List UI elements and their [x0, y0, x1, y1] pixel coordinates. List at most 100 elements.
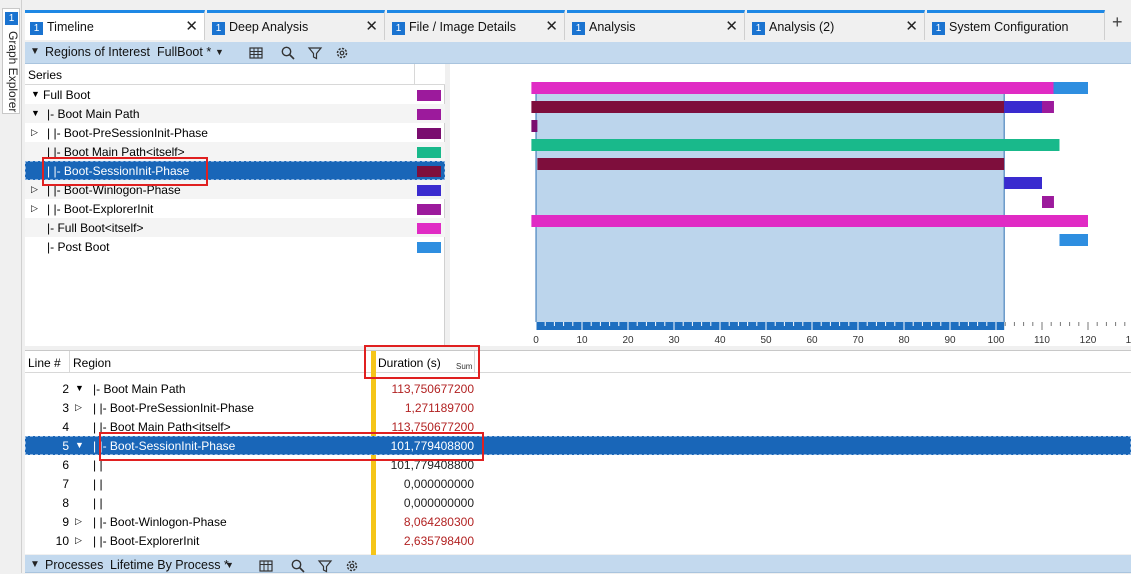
series-color-swatch[interactable]	[417, 90, 441, 101]
axis-tick-label: 30	[668, 335, 680, 346]
gantt-bar[interactable]	[531, 215, 1088, 227]
expand-toggle-icon[interactable]: ▷	[75, 402, 82, 413]
series-row-boot-winlogon-phase[interactable]: ▷ | |- Boot-Winlogon-Phase	[25, 180, 445, 199]
close-icon[interactable]: ✕	[545, 17, 558, 35]
table-row[interactable]: 7 | | 0,000000000	[25, 474, 1131, 493]
series-color-swatch[interactable]	[417, 242, 441, 253]
close-icon[interactable]: ✕	[725, 17, 738, 35]
series-label: |- Post Boot	[47, 240, 110, 254]
table-view-icon[interactable]	[258, 558, 274, 574]
filter-icon[interactable]	[307, 45, 323, 61]
collapse-arrow-icon[interactable]: ▼	[30, 46, 40, 57]
gantt-bar[interactable]	[1042, 196, 1054, 208]
table-row[interactable]: 10 ▷ | |- Boot-ExplorerInit 2,635798400	[25, 531, 1131, 550]
close-icon[interactable]: ✕	[365, 17, 378, 35]
column-header-line[interactable]: Line #	[28, 356, 61, 370]
table-row[interactable]: 9 ▷ | |- Boot-Winlogon-Phase 8,064280300	[25, 512, 1131, 531]
graph-explorer-number-badge: 1	[5, 12, 18, 25]
expand-toggle-icon[interactable]: ▷	[75, 535, 82, 546]
gantt-bar[interactable]	[531, 82, 1054, 94]
timeline-gantt-chart[interactable]: 0 10 20 30 40 50 60 70 80 90 100 110 120 130	[450, 64, 1131, 346]
tab-label: Deep Analysis	[229, 20, 309, 34]
table-view-icon[interactable]	[248, 45, 264, 61]
filter-icon[interactable]	[317, 558, 333, 574]
series-color-swatch[interactable]	[417, 147, 441, 158]
tab-deep-analysis[interactable]: 1 Deep Analysis ✕	[207, 10, 385, 40]
expand-toggle-icon[interactable]: ▼	[31, 108, 40, 118]
table-row[interactable]: 2 ▼ |- Boot Main Path 113,750677200	[25, 379, 1131, 398]
expand-toggle-icon[interactable]: ▷	[31, 184, 38, 195]
series-row-boot-sessioninit-phase[interactable]: | |- Boot-SessionInit-Phase	[25, 161, 445, 180]
preset-dropdown[interactable]: FullBoot *	[157, 45, 211, 59]
table-row[interactable]: 6 | | 101,779408800	[25, 455, 1131, 474]
series-row-boot-presessioninit-phase[interactable]: ▷ | |- Boot-PreSessionInit-Phase	[25, 123, 445, 142]
duration-value: 101,779408800	[390, 439, 474, 453]
series-row-full-boot-itself[interactable]: |- Full Boot<itself>	[25, 218, 445, 237]
table-row[interactable]: 3 ▷ | |- Boot-PreSessionInit-Phase 1,271…	[25, 398, 1131, 417]
gear-icon[interactable]	[344, 558, 360, 574]
add-tab-button[interactable]: +	[1112, 12, 1123, 33]
table-row-selected[interactable]: 5 ▼ | |- Boot-SessionInit-Phase 101,7794…	[25, 436, 1131, 455]
gantt-bar[interactable]	[1053, 82, 1089, 94]
tab-file-image-details[interactable]: 1 File / Image Details ✕	[387, 10, 565, 40]
expand-toggle-icon[interactable]: ▷	[31, 203, 38, 214]
axis-tick-label: 80	[898, 335, 910, 346]
series-row-post-boot[interactable]: |- Post Boot	[25, 237, 445, 256]
gantt-bar[interactable]	[531, 120, 538, 132]
preset-dropdown[interactable]: Lifetime By Process *	[110, 558, 229, 572]
series-color-swatch[interactable]	[417, 204, 441, 215]
axis-tick-label: 110	[1034, 335, 1050, 346]
expand-toggle-icon[interactable]: ▼	[31, 89, 40, 99]
tab-number-badge: 1	[30, 22, 43, 35]
column-divider[interactable]	[69, 351, 70, 373]
series-row-full-boot[interactable]: ▼ Full Boot	[25, 85, 445, 104]
duration-value: 8,064280300	[403, 515, 474, 529]
expand-toggle-icon[interactable]: ▷	[31, 127, 38, 138]
series-color-swatch[interactable]	[417, 128, 441, 139]
graph-explorer-tab[interactable]: 1 Graph Explorer	[2, 8, 20, 114]
gantt-bar[interactable]	[537, 158, 1005, 170]
close-icon[interactable]: ✕	[185, 17, 198, 35]
tab-analysis-2[interactable]: 1 Analysis (2) ✕	[747, 10, 925, 40]
series-color-swatch[interactable]	[417, 185, 441, 196]
series-color-swatch[interactable]	[417, 166, 441, 177]
column-divider[interactable]	[474, 351, 475, 373]
gantt-bar[interactable]	[531, 101, 1005, 113]
series-row-boot-explorerinit[interactable]: ▷ | |- Boot-ExplorerInit	[25, 199, 445, 218]
line-number: 10	[55, 534, 69, 548]
search-icon[interactable]	[280, 45, 296, 61]
chevron-down-icon[interactable]: ▼	[225, 560, 234, 570]
duration-value: 113,750677200	[391, 382, 474, 396]
close-icon[interactable]: ✕	[905, 17, 918, 35]
gantt-bar[interactable]	[531, 139, 1060, 151]
axis-tick-label: 0	[533, 335, 539, 346]
tab-analysis[interactable]: 1 Analysis ✕	[567, 10, 745, 40]
tab-number-badge: 1	[212, 22, 225, 35]
gantt-bar[interactable]	[1059, 234, 1088, 246]
series-row-boot-main-path[interactable]: ▼ |- Boot Main Path	[25, 104, 445, 123]
expand-toggle-icon[interactable]: ▼	[75, 440, 84, 450]
line-number: 2	[62, 382, 69, 396]
tab-timeline[interactable]: 1 Timeline ✕	[25, 10, 205, 40]
column-header-duration[interactable]: Duration (s)	[378, 356, 441, 370]
table-row[interactable]: 8 | | 0,000000000	[25, 493, 1131, 512]
tab-system-configuration[interactable]: 1 System Configuration	[927, 10, 1105, 40]
gantt-bar[interactable]	[1042, 101, 1054, 113]
series-label: | |- Boot Main Path<itself>	[47, 145, 185, 159]
series-color-swatch[interactable]	[417, 109, 441, 120]
series-row-boot-main-path-itself[interactable]: | |- Boot Main Path<itself>	[25, 142, 445, 161]
column-header-region[interactable]: Region	[73, 356, 111, 370]
column-divider[interactable]	[414, 64, 415, 85]
gantt-bar[interactable]	[1004, 101, 1042, 113]
expand-toggle-icon[interactable]: ▷	[75, 516, 82, 527]
selection-region[interactable]	[536, 84, 1005, 322]
gear-icon[interactable]	[334, 45, 350, 61]
series-color-swatch[interactable]	[417, 223, 441, 234]
table-row[interactable]: 4 | |- Boot Main Path<itself> 113,750677…	[25, 417, 1131, 436]
collapse-arrow-icon[interactable]: ▼	[30, 559, 40, 570]
expand-toggle-icon[interactable]: ▼	[75, 383, 84, 393]
search-icon[interactable]	[290, 558, 306, 574]
axis-tick-label: 130	[1126, 335, 1131, 346]
gantt-bar[interactable]	[1004, 177, 1042, 189]
chevron-down-icon[interactable]: ▼	[215, 47, 224, 57]
